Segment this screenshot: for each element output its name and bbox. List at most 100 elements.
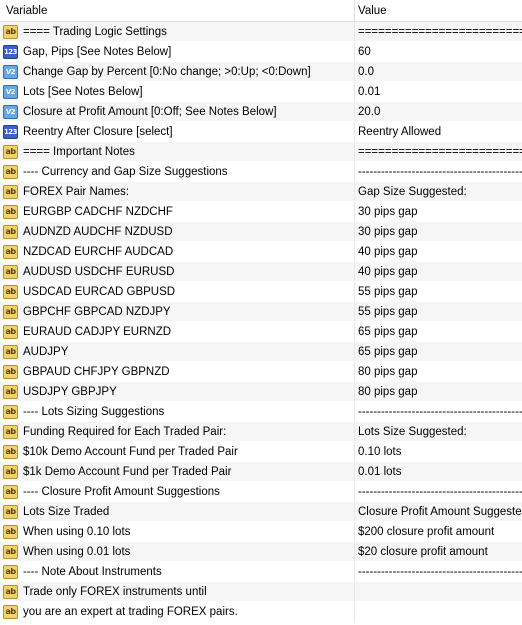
column-header-variable[interactable]: Variable — [0, 0, 355, 21]
variable-cell[interactable]: ab $1k Demo Account Fund per Traded Pair — [0, 462, 355, 481]
table-row[interactable]: ab ---- Note About Instruments -----------… — [0, 562, 522, 582]
value-cell[interactable]: 60 — [355, 42, 522, 61]
value-cell[interactable]: 20.0 — [355, 102, 522, 121]
table-row[interactable]: ab When using 0.10 lots $200 closure profi… — [0, 522, 522, 542]
table-row[interactable]: ab Funding Required for Each Traded Pair:… — [0, 422, 522, 442]
variable-name: ---- Currency and Gap Size Suggestions — [23, 165, 228, 178]
table-row[interactable]: 123 Reentry After Closure [select] Reentry… — [0, 122, 522, 142]
value-cell[interactable]: $20 closure profit amount — [355, 542, 522, 561]
variable-cell[interactable]: ab Lots Size Traded — [0, 502, 355, 521]
table-row[interactable]: ab ==== Important Notes ==================… — [0, 142, 522, 162]
variable-name: USDJPY GBPJPY — [23, 385, 117, 398]
table-row[interactable]: V2 Closure at Profit Amount [0:Off; See N… — [0, 102, 522, 122]
value-cell[interactable]: 65 pips gap — [355, 342, 522, 361]
variable-cell[interactable]: ab ---- Closure Profit Amount Suggestions — [0, 482, 355, 501]
value-cell[interactable]: 30 pips gap — [355, 222, 522, 241]
table-row[interactable]: ab NZDCAD EURCHF AUDCAD 40 pips gap — [0, 242, 522, 262]
variable-cell[interactable]: ab AUDNZD AUDCHF NZDUSD — [0, 222, 355, 241]
value-cell[interactable]: 0.10 lots — [355, 442, 522, 461]
variable-cell[interactable]: ab GBPAUD CHFJPY GBPNZD — [0, 362, 355, 381]
table-row[interactable]: ab AUDNZD AUDCHF NZDUSD 30 pips gap — [0, 222, 522, 242]
value-cell[interactable]: 65 pips gap — [355, 322, 522, 341]
variable-cell[interactable]: V2 Change Gap by Percent [0:No change; >0… — [0, 62, 355, 81]
variable-name: $10k Demo Account Fund per Traded Pair — [23, 445, 238, 458]
table-row[interactable]: ab ---- Lots Sizing Suggestions ----------… — [0, 402, 522, 422]
value-cell[interactable] — [355, 602, 522, 621]
variable-cell[interactable]: ab NZDCAD EURCHF AUDCAD — [0, 242, 355, 261]
value-cell[interactable]: $200 closure profit amount — [355, 522, 522, 541]
value-cell[interactable]: 0.0 — [355, 62, 522, 81]
variable-cell[interactable]: V2 Closure at Profit Amount [0:Off; See N… — [0, 102, 355, 121]
table-row[interactable]: 123 Gap, Pips [See Notes Below] 60 — [0, 42, 522, 62]
variable-cell[interactable]: ab ==== Important Notes — [0, 142, 355, 161]
value-cell[interactable]: 0.01 lots — [355, 462, 522, 481]
table-row[interactable]: ab EURAUD CADJPY EURNZD 65 pips gap — [0, 322, 522, 342]
variable-cell[interactable]: ab Funding Required for Each Traded Pair: — [0, 422, 355, 441]
table-row[interactable]: ab EURGBP CADCHF NZDCHF 30 pips gap — [0, 202, 522, 222]
variable-cell[interactable]: ab When using 0.01 lots — [0, 542, 355, 561]
table-row[interactable]: ab GBPAUD CHFJPY GBPNZD 80 pips gap — [0, 362, 522, 382]
variable-cell[interactable]: ab AUDUSD USDCHF EURUSD — [0, 262, 355, 281]
variable-cell[interactable]: ab $10k Demo Account Fund per Traded Pair — [0, 442, 355, 461]
value-cell[interactable]: ----------------------------------------… — [355, 562, 522, 581]
variable-cell[interactable]: ab you are an expert at trading FOREX pai… — [0, 602, 355, 621]
table-row[interactable]: ab ---- Closure Profit Amount Suggestions… — [0, 482, 522, 502]
value-cell[interactable]: Reentry Allowed — [355, 122, 522, 141]
variable-cell[interactable]: V2 Lots [See Notes Below] — [0, 82, 355, 101]
value-cell[interactable]: ----------------------------------------… — [355, 402, 522, 421]
ab-icon: ab — [3, 344, 18, 359]
variable-cell[interactable]: ab EURAUD CADJPY EURNZD — [0, 322, 355, 341]
value-cell[interactable]: 30 pips gap — [355, 202, 522, 221]
variable-cell[interactable]: ab FOREX Pair Names: — [0, 182, 355, 201]
variable-cell[interactable]: ab When using 0.10 lots — [0, 522, 355, 541]
value-cell[interactable] — [355, 582, 522, 601]
ab-icon: ab — [3, 304, 18, 319]
table-row[interactable]: ab Trade only FOREX instruments until — [0, 582, 522, 602]
variable-name: ---- Note About Instruments — [23, 565, 162, 578]
value-cell[interactable]: Gap Size Suggested: — [355, 182, 522, 201]
variable-cell[interactable]: ab ==== Trading Logic Settings — [0, 22, 355, 41]
table-row[interactable]: ab AUDJPY 65 pips gap — [0, 342, 522, 362]
table-row[interactable]: ab AUDUSD USDCHF EURUSD 40 pips gap — [0, 262, 522, 282]
table-row[interactable]: V2 Lots [See Notes Below] 0.01 — [0, 82, 522, 102]
value-cell[interactable]: 40 pips gap — [355, 242, 522, 261]
value-cell[interactable]: Lots Size Suggested: — [355, 422, 522, 441]
table-row[interactable]: ab GBPCHF GBPCAD NZDJPY 55 pips gap — [0, 302, 522, 322]
table-row[interactable]: V2 Change Gap by Percent [0:No change; >0… — [0, 62, 522, 82]
table-row[interactable]: ab When using 0.01 lots $20 closure profit… — [0, 542, 522, 562]
variable-name: NZDCAD EURCHF AUDCAD — [23, 245, 174, 258]
table-row[interactable]: ab USDJPY GBPJPY 80 pips gap — [0, 382, 522, 402]
table-row[interactable]: ab FOREX Pair Names: Gap Size Suggested: — [0, 182, 522, 202]
variable-cell[interactable]: ab ---- Currency and Gap Size Suggestions — [0, 162, 355, 181]
variable-cell[interactable]: ab EURGBP CADCHF NZDCHF — [0, 202, 355, 221]
variable-cell[interactable]: ab Trade only FOREX instruments until — [0, 582, 355, 601]
value-cell[interactable]: 55 pips gap — [355, 302, 522, 321]
table-row[interactable]: ab ==== Trading Logic Settings ===========… — [0, 22, 522, 42]
variable-cell[interactable]: ab USDJPY GBPJPY — [0, 382, 355, 401]
value-cell[interactable]: 55 pips gap — [355, 282, 522, 301]
table-row[interactable]: ab you are an expert at trading FOREX pai… — [0, 602, 522, 622]
value-cell[interactable]: ================================== — [355, 22, 522, 41]
variable-cell[interactable]: ab ---- Note About Instruments — [0, 562, 355, 581]
table-row[interactable]: ab $10k Demo Account Fund per Traded Pair… — [0, 442, 522, 462]
value-cell[interactable]: 40 pips gap — [355, 262, 522, 281]
variable-cell[interactable]: ab GBPCHF GBPCAD NZDJPY — [0, 302, 355, 321]
table-row[interactable]: ab $1k Demo Account Fund per Traded Pair 0… — [0, 462, 522, 482]
variable-cell[interactable]: 123 Reentry After Closure [select] — [0, 122, 355, 141]
variable-cell[interactable]: 123 Gap, Pips [See Notes Below] — [0, 42, 355, 61]
value-cell[interactable]: 80 pips gap — [355, 362, 522, 381]
variable-cell[interactable]: ab AUDJPY — [0, 342, 355, 361]
value-cell[interactable]: 80 pips gap — [355, 382, 522, 401]
column-header-value[interactable]: Value — [355, 0, 522, 21]
table-row[interactable]: ab ---- Currency and Gap Size Suggestions… — [0, 162, 522, 182]
table-row[interactable]: ab USDCAD EURCAD GBPUSD 55 pips gap — [0, 282, 522, 302]
value-cell[interactable]: ----------------------------------------… — [355, 482, 522, 501]
variable-name: EURAUD CADJPY EURNZD — [23, 325, 172, 338]
value-cell[interactable]: ----------------------------------------… — [355, 162, 522, 181]
value-cell[interactable]: ================================== — [355, 142, 522, 161]
value-cell[interactable]: 0.01 — [355, 82, 522, 101]
variable-cell[interactable]: ab USDCAD EURCAD GBPUSD — [0, 282, 355, 301]
table-row[interactable]: ab Lots Size Traded Closure Profit Amount … — [0, 502, 522, 522]
value-cell[interactable]: Closure Profit Amount Suggested: — [355, 502, 522, 521]
variable-cell[interactable]: ab ---- Lots Sizing Suggestions — [0, 402, 355, 421]
